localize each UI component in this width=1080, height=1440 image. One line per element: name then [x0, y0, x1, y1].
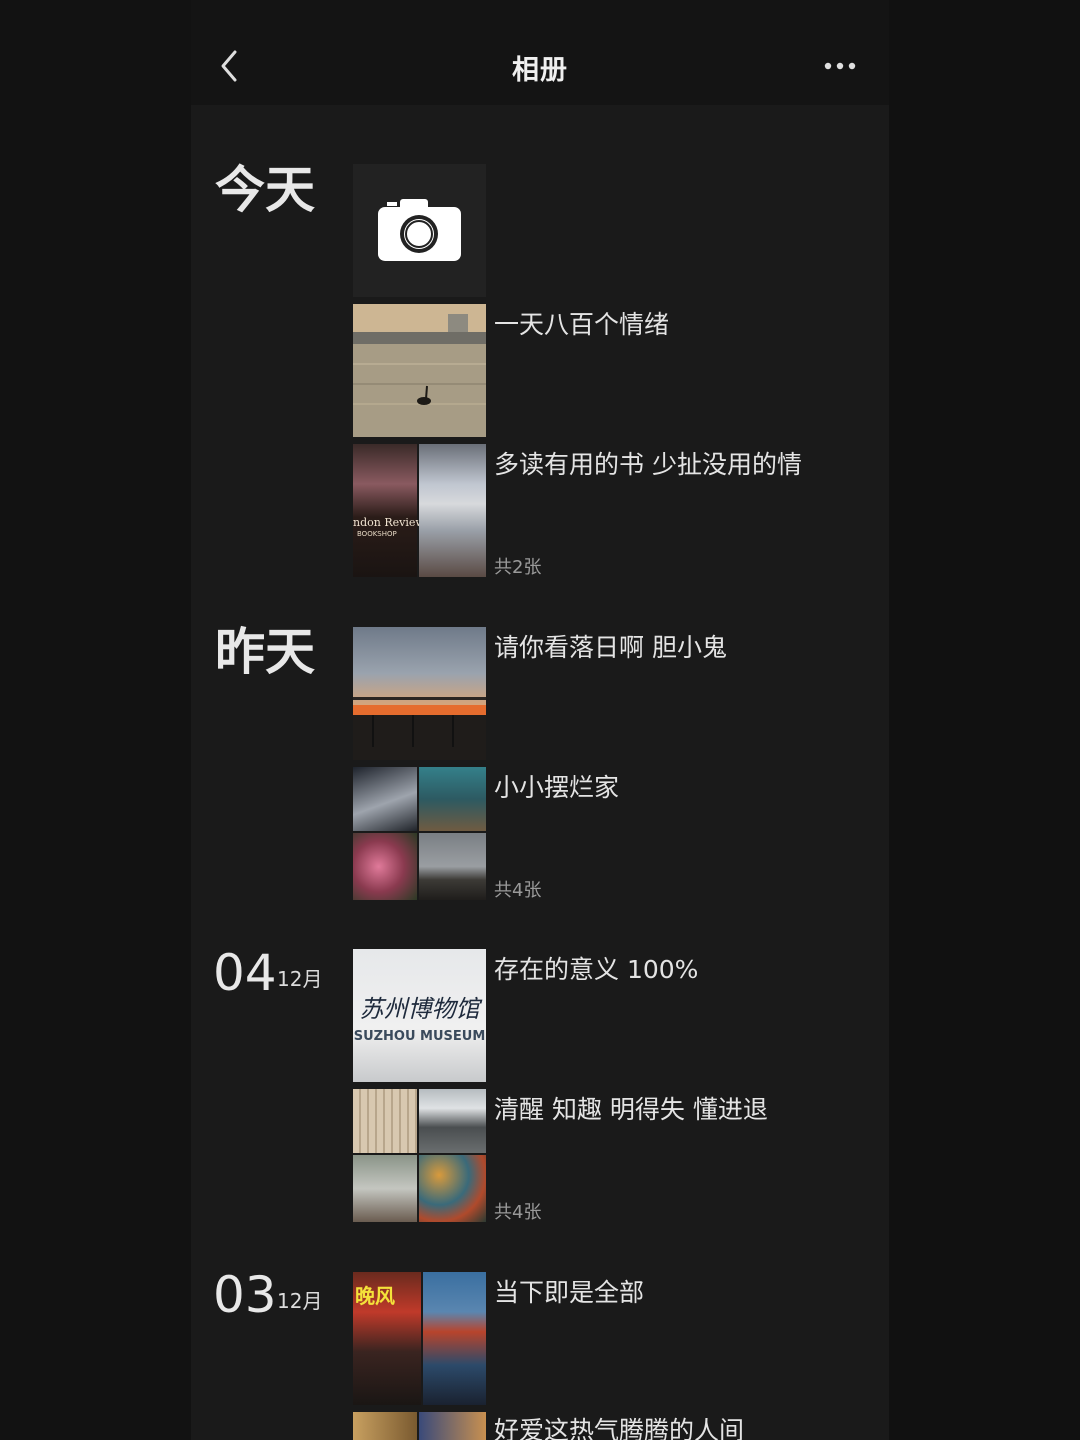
photo-count: 共4张 [494, 1202, 542, 1223]
grid-photo-pavilion [419, 1089, 486, 1153]
museum-sign-en: SUZHOU MUSEUM [353, 1029, 486, 1044]
grid-photo-calligraphy [353, 1089, 417, 1153]
grid-photo-shopfront [419, 767, 486, 831]
more-horizontal-icon [824, 62, 856, 70]
post-caption: 多读有用的书 少扯没用的情 [494, 450, 802, 479]
post-thumbnail-sunset[interactable] [353, 627, 486, 760]
grid-photo-flowers [353, 833, 417, 900]
date-today: 今天 [215, 161, 315, 219]
food-photo [353, 1412, 417, 1440]
post-caption: 存在的意义 100% [494, 955, 699, 984]
left-backdrop [0, 0, 191, 1440]
shop-sign-text: 晚风 [355, 1284, 395, 1308]
post-caption: 小小摆烂家 [494, 773, 620, 802]
date-yesterday: 昨天 [215, 623, 315, 681]
post-caption: 请你看落日啊 胆小鬼 [494, 633, 727, 662]
date-month: 12月 [277, 967, 323, 991]
bookshop-photo: ndon Review BOOKSHOP [353, 444, 425, 577]
date-day: 04 [213, 944, 277, 1002]
date-month: 12月 [277, 1289, 323, 1313]
photo-count: 共4张 [494, 880, 542, 901]
date-day: 03 [213, 1266, 277, 1324]
right-backdrop [889, 0, 1080, 1440]
museum-sign-text: 苏州博物馆 [359, 995, 480, 1023]
post-thumbnail-grid[interactable] [353, 1089, 486, 1222]
grid-photo-ticket [353, 767, 417, 831]
post-thumbnail-swan[interactable] [353, 304, 486, 437]
post-camera-button[interactable] [353, 164, 486, 297]
bookshop-sign-sub: BOOKSHOP [357, 530, 397, 538]
post-thumbnail-museum[interactable]: 苏州博物馆 SUZHOU MUSEUM [353, 949, 486, 1082]
street-photo [419, 1412, 486, 1440]
camera-icon [378, 199, 461, 261]
post-thumbnail-food[interactable] [353, 1412, 486, 1440]
grid-photo-river [419, 833, 486, 900]
exhibition-photo [419, 444, 486, 577]
post-thumbnail-grid[interactable] [353, 767, 486, 900]
shop-photo: 晚风 [353, 1272, 421, 1405]
page-title: 相册 [512, 55, 568, 86]
photo-count: 共2张 [494, 557, 542, 578]
post-thumbnail-night-street[interactable]: 晚风 [353, 1272, 486, 1405]
grid-photo-street [353, 1155, 417, 1222]
sunset-photo [353, 697, 486, 760]
post-caption: 当下即是全部 [494, 1278, 645, 1307]
top-bar: 相册 [191, 0, 889, 105]
post-caption: 清醒 知趣 明得失 懂进退 [494, 1095, 768, 1124]
swan-photo [353, 304, 486, 437]
blue-wall-photo [423, 1272, 486, 1405]
more-button[interactable] [821, 52, 861, 80]
post-caption: 好爱这热气腾腾的人间 [494, 1416, 745, 1440]
post-caption: 一天八百个情绪 [494, 310, 670, 339]
post-thumbnail-bookshop[interactable]: ndon Review BOOKSHOP [353, 444, 486, 577]
grid-photo-koi [419, 1155, 486, 1222]
bookshop-sign-text: ndon Review [353, 516, 425, 529]
album-screen: 相册 今天 一天八百个情绪 ndon Review BOOKSHOP 多读有用的… [191, 0, 889, 1440]
